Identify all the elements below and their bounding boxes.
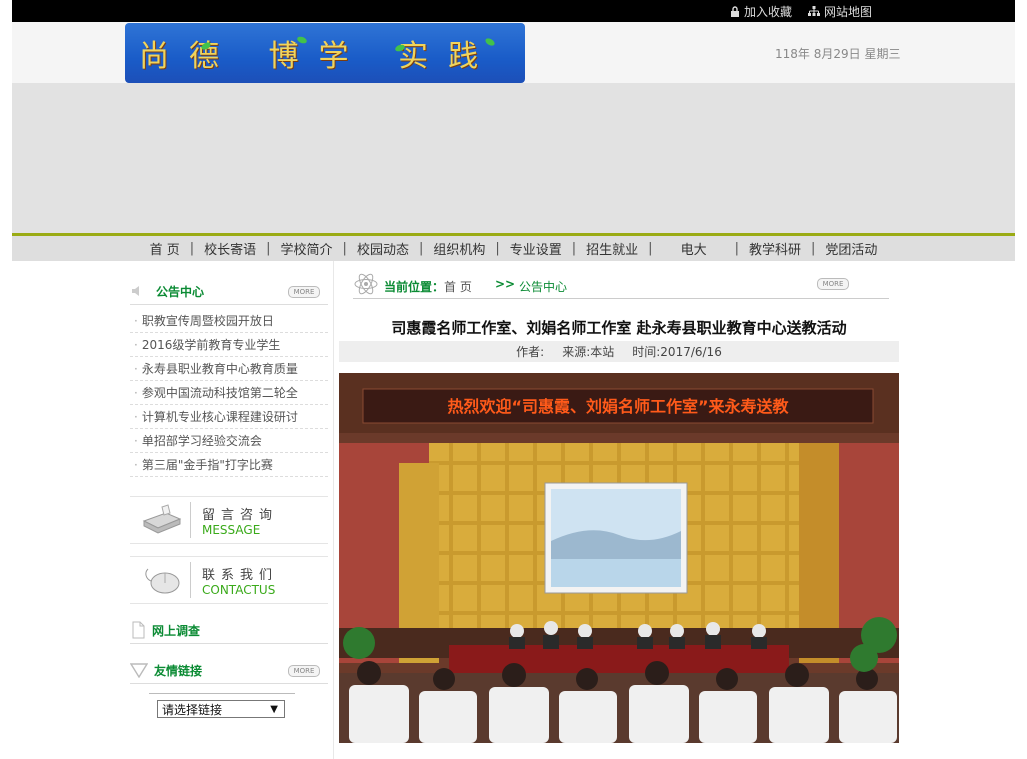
left-sidebar: 公告中心 MORE · 职教宣传周暨校园开放日 · 2016级学前教育专业学生 · 永…: [125, 261, 334, 759]
sitemap-label: 网站地图: [824, 4, 873, 19]
top-links: 加入收藏 网站地图: [730, 0, 872, 22]
nav-item-about[interactable]: 学校简介: [271, 239, 343, 258]
add-favorite-link[interactable]: 加入收藏: [730, 3, 792, 20]
nav-item-news[interactable]: 校园动态: [347, 239, 419, 258]
logo-motto: 尚德 博学 实践 创新: [139, 39, 525, 74]
article-source: 来源:本站: [562, 345, 615, 359]
links-more-button[interactable]: MORE: [288, 665, 320, 677]
notice-item[interactable]: · 参观中国流动科技馆第二轮全: [130, 381, 328, 405]
top-bar: 加入收藏 网站地图: [12, 0, 1015, 22]
message-box[interactable]: 留言咨询 MESSAGE: [130, 496, 328, 544]
notice-item[interactable]: · 计算机专业核心课程建设研讨: [130, 405, 328, 429]
notice-title: 公告中心: [156, 284, 205, 299]
notice-more-button[interactable]: MORE: [288, 286, 320, 298]
welcome-banner-text: 热烈欢迎“司惠霞、刘娟名师工作室”来永寿送教: [447, 397, 789, 416]
survey-title[interactable]: 网上调查: [152, 622, 200, 639]
fax-machine-icon: [142, 504, 182, 534]
nav-item-party[interactable]: 党团活动: [815, 239, 887, 258]
school-logo[interactable]: 尚德 博学 实践 创新: [125, 23, 525, 83]
notice-list: · 职教宣传周暨校园开放日 · 2016级学前教育专业学生 · 永寿县职业教育中心教育…: [130, 309, 328, 477]
links-select-value: 请选择链接: [162, 703, 223, 717]
message-subtitle: MESSAGE: [202, 523, 261, 537]
add-favorite-label: 加入收藏: [744, 4, 793, 19]
main-nav: 首 页 | 校长寄语 | 学校简介 | 校园动态 | 组织机构 | 专业设置 | 招生就业 |…: [12, 236, 1015, 261]
article-meta: 作者: 来源:本站 时间:2017/6/16: [339, 341, 899, 362]
header: 尚德 博学 实践 创新 118年 8月29日 星期三: [12, 22, 1015, 83]
nav-item-enrollment[interactable]: 招生就业: [576, 239, 648, 258]
article-content: 当前位置： 首 页 >> 公告中心 MORE 司惠霞名师工作室、刘娟名师工作室 …: [334, 261, 904, 759]
nav-item-tvu[interactable]: 电大: [653, 239, 735, 258]
contact-box[interactable]: 联系我们 CONTACTUS: [130, 556, 328, 604]
notice-item[interactable]: · 永寿县职业教育中心教育质量: [130, 357, 328, 381]
content-more-button[interactable]: MORE: [817, 278, 849, 290]
speaker-icon: [132, 286, 139, 296]
breadcrumb-label: 当前位置：: [384, 280, 445, 294]
breadcrumb-arrow: >>: [495, 277, 516, 291]
breadcrumb-current[interactable]: 公告中心: [519, 278, 567, 295]
notice-item[interactable]: · 2016级学前教育专业学生: [130, 333, 328, 357]
sitemap-icon: [808, 5, 821, 16]
links-header: 友情链接 MORE: [130, 657, 328, 684]
breadcrumb: 当前位置： 首 页 >> 公告中心 MORE: [353, 270, 889, 299]
lock-icon: [731, 5, 739, 17]
mouse-icon: [145, 568, 180, 594]
survey-header: 网上调查: [130, 617, 328, 644]
document-icon: [132, 621, 145, 639]
nav-item-principal[interactable]: 校长寄语: [194, 239, 266, 258]
article-title: 司惠霞名师工作室、刘娟名师工作室 赴永寿县职业教育中心送教活动: [391, 319, 847, 337]
notice-item[interactable]: · 单招部学习经验交流会: [130, 429, 328, 453]
nav-item-majors[interactable]: 专业设置: [500, 239, 572, 258]
triangle-icon: [130, 663, 148, 678]
meeting-hall-photo: 热烈欢迎“司惠霞、刘娟名师工作室”来永寿送教: [339, 373, 899, 743]
message-title: 留言咨询: [202, 508, 279, 523]
contact-subtitle: CONTACTUS: [202, 583, 276, 597]
article-photo: 热烈欢迎“司惠霞、刘娟名师工作室”来永寿送教: [339, 373, 899, 743]
article-author: 作者:: [516, 345, 545, 359]
breadcrumb-home[interactable]: 首 页: [444, 278, 472, 295]
notice-item[interactable]: · 第三届"金手指"打字比赛: [130, 453, 328, 477]
dropdown-arrow-icon: ▼: [270, 704, 278, 715]
notice-item[interactable]: · 职教宣传周暨校园开放日: [130, 309, 328, 333]
nav-item-research[interactable]: 教学科研: [739, 239, 811, 258]
nav-item-organization[interactable]: 组织机构: [423, 239, 495, 258]
nav-item-home[interactable]: 首 页: [140, 239, 190, 258]
sitemap-link[interactable]: 网站地图: [808, 3, 872, 20]
contact-title: 联系我们: [202, 568, 279, 583]
article-time: 时间:2017/6/16: [632, 345, 722, 359]
links-select[interactable]: 请选择链接 ▼: [157, 700, 285, 718]
current-date: 118年 8月29日 星期三: [775, 47, 901, 61]
atom-icon: [354, 273, 378, 295]
banner-area: [12, 83, 1015, 233]
notice-header: 公告中心 MORE: [130, 278, 328, 305]
links-title: 友情链接: [154, 663, 203, 678]
